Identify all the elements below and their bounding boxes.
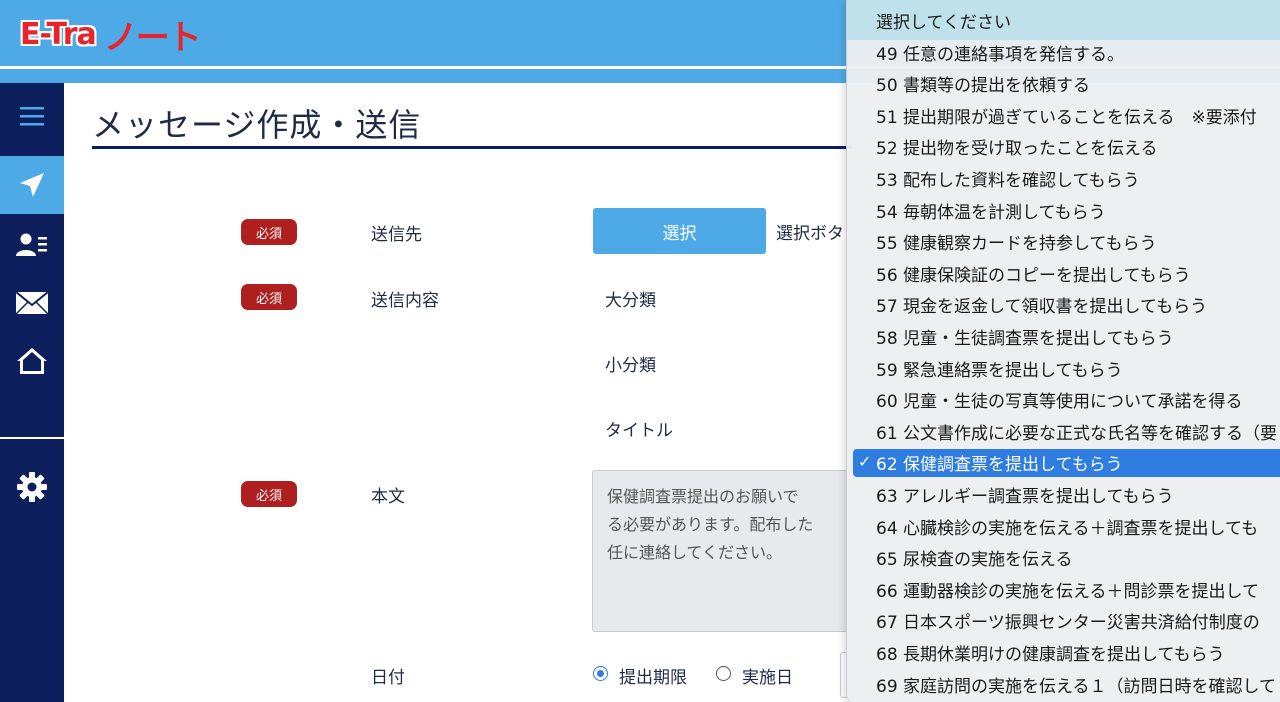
dropdown-option[interactable]: 67 日本スポーツ振興センター災害共済給付制度の	[853, 607, 1280, 635]
app-logo[interactable]: E-Tra ノート	[20, 14, 202, 58]
dropdown-option[interactable]: 49 任意の連絡事項を発信する。	[853, 38, 1280, 66]
deadline-radio[interactable]	[593, 666, 608, 681]
body-text-line: る必要があります。配布した	[607, 515, 814, 534]
dropdown-option[interactable]: 54 毎朝体温を計測してもらう	[853, 196, 1280, 224]
menu-icon	[20, 107, 44, 126]
dropdown-placeholder-option[interactable]: 選択してください	[853, 6, 1280, 34]
sidebar	[0, 83, 64, 702]
dropdown-option[interactable]: 56 健康保険証のコピーを提出してもらう	[853, 259, 1280, 287]
logo-sub-text: ノート	[103, 17, 202, 58]
home-icon	[17, 348, 47, 374]
dropdown-option[interactable]: 51 提出期限が過ぎていることを伝える ※要添付	[853, 101, 1280, 129]
sidebar-item-send[interactable]	[0, 156, 64, 214]
dropdown-option[interactable]: 55 健康観察カードを持参してもらう	[853, 228, 1280, 256]
sidebar-item-mail[interactable]	[0, 274, 64, 332]
dropdown-option[interactable]: 69 家庭訪問の実施を伝える１（訪問日時を確認して	[853, 670, 1280, 698]
sidebar-item-home[interactable]	[0, 332, 64, 390]
dropdown-option[interactable]: 60 児童・生徒の写真等使用について承諾を得る	[853, 386, 1280, 414]
sidebar-item-contacts[interactable]	[0, 216, 64, 274]
template-dropdown-list[interactable]: 選択してください 49 任意の連絡事項を発信する。 50 書類等の提出を依頼する 5…	[846, 0, 1280, 702]
dropdown-option[interactable]: 66 運動器検診の実施を伝える＋問診票を提出して	[853, 575, 1280, 603]
dropdown-option[interactable]: 63 アレルギー調査票を提出してもらう	[853, 480, 1280, 508]
contact-card-icon	[16, 233, 47, 256]
content-label: 送信内容	[371, 291, 439, 311]
dropdown-option-label: 62 保健調査票を提出してもらう	[876, 455, 1123, 476]
implementation-radio[interactable]	[716, 666, 731, 681]
dropdown-option[interactable]: 59 緊急連絡票を提出してもらう	[853, 354, 1280, 382]
dropdown-option[interactable]: 68 長期休業明けの健康調査を提出してもらう	[853, 638, 1280, 666]
dropdown-option[interactable]: 57 現金を返金して領収書を提出してもらう	[853, 291, 1280, 319]
sidebar-item-settings[interactable]	[0, 458, 64, 516]
body-text-line: 保健調査票提出のお願いで	[607, 487, 799, 506]
dropdown-option[interactable]: 50 書類等の提出を依頼する	[853, 70, 1280, 98]
body-textarea[interactable]: 保健調査票提出のお願いで る必要があります。配布した 任に連絡してください。	[592, 470, 872, 632]
logo-main-text: E-Tra	[20, 16, 97, 52]
dropdown-option[interactable]: ✓ 62 保健調査票を提出してもらう	[853, 448, 1280, 477]
required-badge: 必須	[241, 219, 297, 245]
dropdown-option[interactable]: 53 配布した資料を確認してもらう	[853, 164, 1280, 192]
sidebar-item-menu[interactable]	[0, 87, 64, 145]
implementation-radio-label[interactable]: 実施日	[742, 663, 793, 688]
deadline-radio-label[interactable]: 提出期限	[619, 663, 687, 688]
body-label: 本文	[371, 487, 405, 507]
dropdown-option[interactable]: 58 児童・生徒調査票を提出してもらう	[853, 322, 1280, 350]
page-title: メッセージ作成・送信	[92, 106, 422, 144]
gear-icon	[17, 472, 47, 502]
select-recipient-button[interactable]: 選択	[593, 208, 766, 254]
required-badge: 必須	[241, 481, 297, 507]
envelope-icon	[15, 291, 49, 315]
recipient-label: 送信先	[371, 225, 422, 245]
paper-plane-icon	[20, 173, 44, 197]
dropdown-option[interactable]: 64 心臓検診の実施を伝える＋調査票を提出しても	[853, 512, 1280, 540]
required-badge: 必須	[241, 284, 297, 310]
major-category-label: 大分類	[605, 291, 656, 311]
select-hint-text: 選択ボタ	[776, 224, 844, 244]
title-underline	[92, 146, 852, 149]
date-label: 日付	[371, 668, 405, 688]
title-field-label: タイトル	[605, 421, 673, 441]
checkmark-icon: ✓	[858, 451, 872, 471]
dropdown-option[interactable]: 61 公文書作成に必要な正式な氏名等を確認する（要	[853, 417, 1280, 445]
dropdown-option[interactable]: 65 尿検査の実施を伝える	[853, 544, 1280, 572]
body-text-line: 任に連絡してください。	[607, 543, 783, 562]
minor-category-label: 小分類	[605, 356, 656, 376]
sidebar-divider	[0, 437, 64, 439]
dropdown-option[interactable]: 52 提出物を受け取ったことを伝える	[853, 133, 1280, 161]
